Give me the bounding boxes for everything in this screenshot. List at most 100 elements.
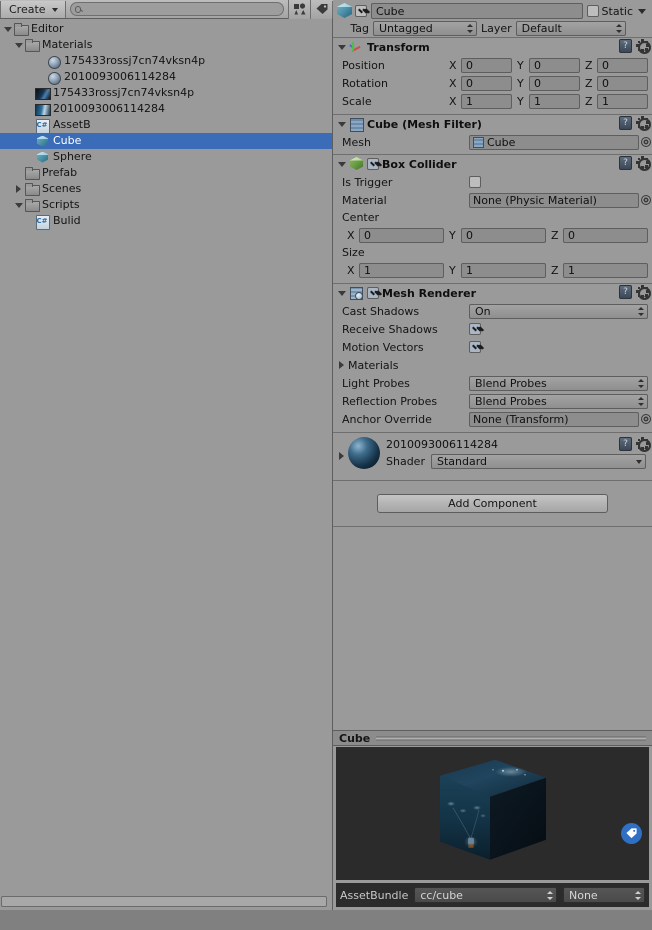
project-tree-item[interactable]: Scripts bbox=[0, 197, 332, 213]
help-icon[interactable] bbox=[619, 437, 632, 451]
cast-shadows-dropdown[interactable]: On bbox=[469, 303, 648, 319]
transform-scale-x-input[interactable]: 1 bbox=[461, 93, 512, 109]
add-component-button[interactable]: Add Component bbox=[377, 494, 608, 513]
gear-icon[interactable] bbox=[636, 116, 651, 131]
foldout-collapsed-icon[interactable] bbox=[13, 181, 24, 197]
physic-material-field[interactable]: None (Physic Material) bbox=[469, 192, 639, 208]
search-icon bbox=[74, 5, 82, 13]
anchor-override-field[interactable]: None (Transform) bbox=[469, 411, 639, 427]
static-checkbox[interactable] bbox=[586, 5, 599, 17]
box-collider-enabled-checkbox[interactable] bbox=[367, 158, 379, 170]
project-tree-item[interactable]: Cube bbox=[0, 133, 332, 149]
mesh-object-field[interactable]: Cube bbox=[469, 134, 639, 150]
horizontal-scrollbar[interactable] bbox=[1, 896, 327, 907]
project-tree-item[interactable]: 175433rossj7cn74vksn4p bbox=[0, 85, 332, 101]
transform-rotation-z-input[interactable]: 0 bbox=[597, 75, 648, 91]
transform-foldout[interactable] bbox=[335, 38, 348, 56]
mesh-renderer-header[interactable]: Mesh Renderer bbox=[333, 284, 652, 302]
mesh-object-picker-button[interactable] bbox=[639, 135, 652, 150]
assetbundle-badge-button[interactable] bbox=[621, 823, 642, 844]
shader-dropdown[interactable]: Standard bbox=[430, 454, 646, 469]
light-probes-dropdown[interactable]: Blend Probes bbox=[469, 375, 648, 391]
assetbundle-variant-dropdown[interactable]: None bbox=[563, 887, 645, 903]
foldout-expanded-icon[interactable] bbox=[2, 21, 13, 37]
mesh-renderer-enabled-checkbox[interactable] bbox=[367, 287, 379, 299]
gear-icon[interactable] bbox=[636, 285, 651, 300]
preview-header[interactable]: Cube bbox=[333, 731, 652, 746]
transform-scale-y-input[interactable]: 1 bbox=[529, 93, 580, 109]
gameobject-enabled-checkbox[interactable] bbox=[355, 5, 367, 17]
materials-row[interactable]: Materials bbox=[333, 356, 652, 374]
receive-shadows-checkbox[interactable] bbox=[469, 323, 481, 335]
project-tree-item[interactable]: AssetB bbox=[0, 117, 332, 134]
box-collider-foldout[interactable] bbox=[335, 155, 348, 173]
motion-vectors-checkbox[interactable] bbox=[469, 341, 481, 353]
static-control[interactable]: Static bbox=[586, 5, 648, 18]
layer-dropdown[interactable]: Default bbox=[515, 21, 626, 36]
project-tree-item[interactable]: 2010093006114284 bbox=[0, 69, 332, 85]
tag-dropdown[interactable]: Untagged bbox=[373, 21, 477, 36]
mesh-filter-foldout[interactable] bbox=[335, 115, 348, 133]
mesh-filter-header[interactable]: Cube (Mesh Filter) bbox=[333, 115, 652, 133]
label-tag-icon bbox=[316, 4, 327, 14]
project-tree-item-label: Prefab bbox=[42, 166, 78, 179]
size-z-input[interactable]: 1 bbox=[563, 262, 648, 278]
preview-viewport[interactable] bbox=[336, 747, 649, 880]
gameobject-name-input[interactable]: Cube bbox=[371, 3, 583, 19]
foldout-expanded-icon[interactable] bbox=[13, 197, 24, 213]
static-dropdown-caret-icon[interactable] bbox=[638, 8, 646, 14]
center-y-input[interactable]: 0 bbox=[461, 227, 546, 243]
size-x-input[interactable]: 1 bbox=[359, 262, 444, 278]
project-tree-item[interactable]: 175433rossj7cn74vksn4p bbox=[0, 53, 332, 69]
gear-icon[interactable] bbox=[636, 437, 651, 452]
center-x-input[interactable]: 0 bbox=[359, 227, 444, 243]
materials-foldout[interactable] bbox=[335, 356, 348, 374]
transform-header[interactable]: Transform bbox=[333, 38, 652, 56]
transform-scale-z-input[interactable]: 1 bbox=[597, 93, 648, 109]
help-icon[interactable] bbox=[619, 156, 632, 170]
search-input[interactable] bbox=[84, 3, 283, 15]
light-probes-row: Light Probes Blend Probes bbox=[333, 374, 652, 392]
mesh-renderer-foldout[interactable] bbox=[335, 284, 348, 302]
transform-position-x-input[interactable]: 0 bbox=[461, 57, 512, 73]
transform-rotation-x-input[interactable]: 0 bbox=[461, 75, 512, 91]
project-tree-item[interactable]: Bulid bbox=[0, 213, 332, 230]
preview-resize-grip[interactable] bbox=[376, 734, 646, 742]
is-trigger-checkbox[interactable] bbox=[469, 176, 481, 188]
size-x-label: X bbox=[347, 263, 355, 277]
transform-rotation-y-input[interactable]: 0 bbox=[529, 75, 580, 91]
foldout-expanded-icon[interactable] bbox=[13, 37, 24, 53]
anchor-override-picker-button[interactable] bbox=[639, 412, 652, 427]
physic-material-picker-button[interactable] bbox=[639, 193, 652, 208]
help-icon[interactable] bbox=[619, 285, 632, 299]
light-probes-label: Light Probes bbox=[342, 376, 410, 390]
search-field[interactable] bbox=[69, 2, 284, 16]
assetbundle-name-dropdown[interactable]: cc/cube bbox=[414, 887, 557, 903]
reflection-probes-dropdown[interactable]: Blend Probes bbox=[469, 393, 648, 409]
help-icon[interactable] bbox=[619, 39, 632, 53]
help-icon[interactable] bbox=[619, 116, 632, 130]
project-tree-item[interactable]: Scenes bbox=[0, 181, 332, 197]
size-y-input[interactable]: 1 bbox=[461, 262, 546, 278]
project-tree-item[interactable]: 2010093006114284 bbox=[0, 101, 332, 117]
gear-icon[interactable] bbox=[636, 156, 651, 171]
transform-position-y-input[interactable]: 0 bbox=[529, 57, 580, 73]
gear-caret-icon bbox=[644, 296, 650, 299]
project-tree[interactable]: Editor Materials 175433rossj7cn74vksn4p 201… bbox=[0, 19, 333, 910]
filter-by-type-button[interactable] bbox=[288, 0, 310, 19]
transform-scale-x-label: X bbox=[449, 94, 457, 108]
gear-caret-icon bbox=[644, 448, 650, 451]
material-row: 2010093006114284 Shader Standard bbox=[333, 437, 652, 475]
project-tree-item[interactable]: Editor bbox=[0, 21, 332, 37]
project-tree-item[interactable]: Materials bbox=[0, 37, 332, 53]
assetbundle-name-value: cc/cube bbox=[420, 888, 463, 902]
transform-position-z-input[interactable]: 0 bbox=[597, 57, 648, 73]
material-foldout[interactable] bbox=[335, 437, 348, 475]
box-collider-header[interactable]: Box Collider bbox=[333, 155, 652, 173]
center-z-input[interactable]: 0 bbox=[563, 227, 648, 243]
gear-icon[interactable] bbox=[636, 39, 651, 54]
filter-by-label-button[interactable] bbox=[310, 0, 332, 19]
project-tree-item[interactable]: Prefab bbox=[0, 165, 332, 181]
create-button[interactable]: Create bbox=[1, 0, 66, 18]
project-tree-item[interactable]: Sphere bbox=[0, 149, 332, 165]
